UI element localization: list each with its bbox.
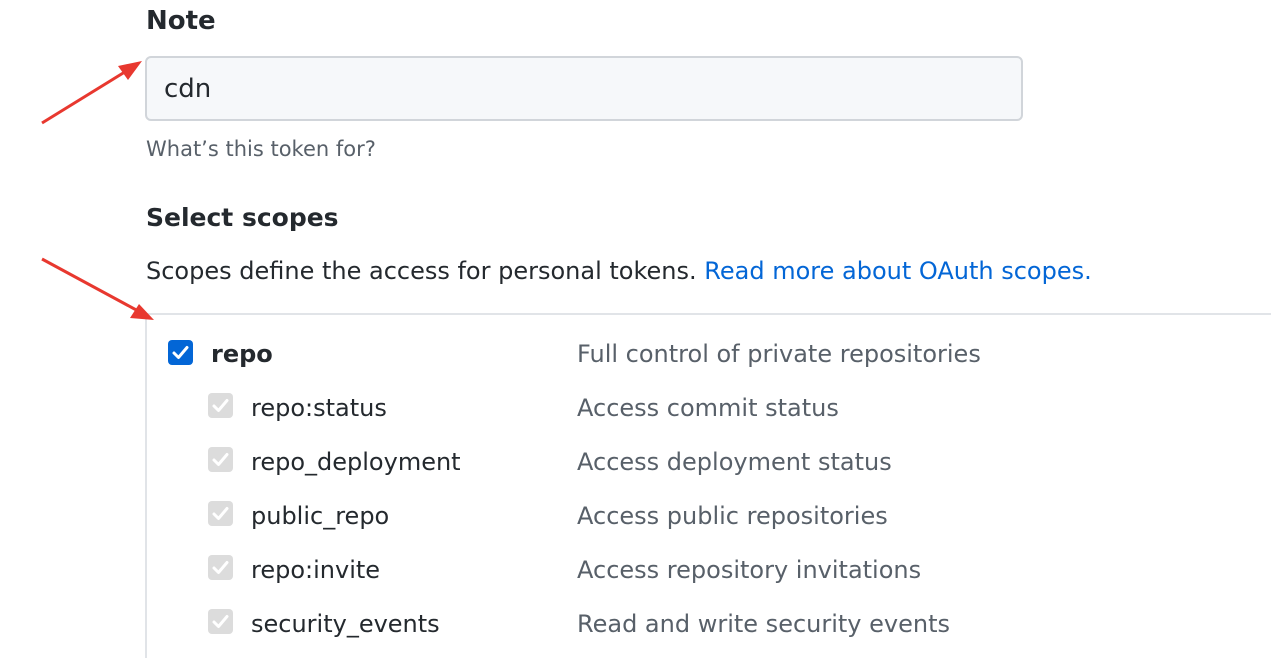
scope-row-public-repo: public_repo Access public repositories [147, 499, 1271, 539]
scope-table: repo Full control of private repositorie… [145, 313, 1271, 658]
scope-row-security-events: security_events Read and write security … [147, 607, 1271, 647]
scope-name-repo-status: repo:status [251, 394, 387, 422]
scope-name-repo-invite: repo:invite [251, 556, 381, 584]
scope-desc-security-events: Read and write security events [577, 610, 950, 638]
checkbox-public-repo[interactable] [208, 501, 233, 526]
token-settings-page: Note What’s this token for? Select scope… [0, 0, 1271, 658]
scope-row-repo-deployment: repo_deployment Access deployment status [147, 445, 1271, 485]
note-label: Note [146, 6, 216, 36]
scope-desc-public-repo: Access public repositories [577, 502, 888, 530]
check-icon [212, 399, 229, 412]
checkbox-repo-deployment[interactable] [208, 447, 233, 472]
scopes-description: Scopes define the access for personal to… [146, 257, 1092, 285]
red-arrow-icon [41, 61, 142, 125]
scope-row-repo: repo Full control of private repositorie… [147, 337, 1271, 377]
note-hint: What’s this token for? [146, 137, 376, 161]
scopes-description-text: Scopes define the access for personal to… [146, 257, 705, 285]
check-icon [212, 507, 229, 520]
scope-desc-repo-invite: Access repository invitations [577, 556, 922, 584]
check-icon [212, 453, 229, 466]
scope-row-repo-invite: repo:invite Access repository invitation… [147, 553, 1271, 593]
scope-desc-repo: Full control of private repositories [577, 340, 981, 368]
scope-name-repo-deployment: repo_deployment [251, 448, 461, 476]
check-icon [172, 346, 189, 359]
checkbox-security-events[interactable] [208, 609, 233, 634]
scope-desc-repo-deployment: Access deployment status [577, 448, 892, 476]
select-scopes-heading: Select scopes [146, 203, 339, 232]
checkbox-repo-invite[interactable] [208, 555, 233, 580]
check-icon [212, 615, 229, 628]
oauth-scopes-link[interactable]: Read more about OAuth scopes. [704, 257, 1091, 285]
note-input[interactable] [145, 56, 1023, 121]
scope-name-repo: repo [211, 340, 273, 368]
red-arrow-icon [41, 257, 154, 320]
scope-name-security-events: security_events [251, 610, 440, 638]
scope-name-public-repo: public_repo [251, 502, 390, 530]
scope-row-repo-status: repo:status Access commit status [147, 391, 1271, 431]
checkbox-repo-status[interactable] [208, 393, 233, 418]
scope-desc-repo-status: Access commit status [577, 394, 839, 422]
checkbox-repo[interactable] [168, 340, 193, 365]
check-icon [212, 561, 229, 574]
